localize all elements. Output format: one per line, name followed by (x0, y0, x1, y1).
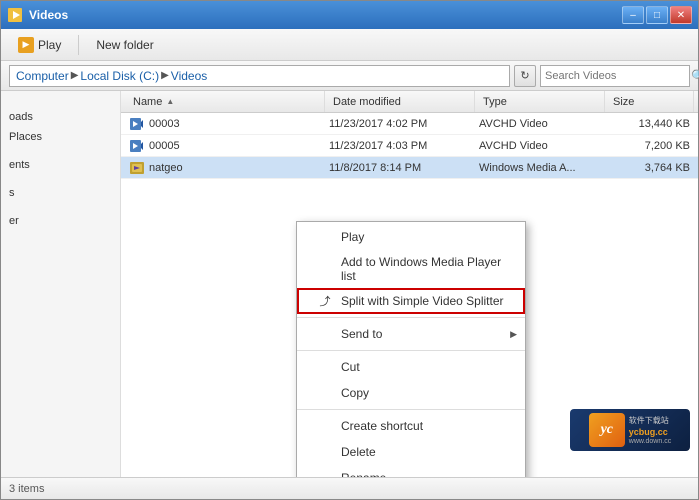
send-to-icon (317, 326, 333, 342)
context-menu-play[interactable]: Play (297, 224, 525, 250)
sidebar: oads Places ents s er (1, 91, 121, 477)
rename-icon (317, 470, 333, 477)
file-name-cell: 00005 (121, 135, 321, 156)
sidebar-item-4[interactable] (1, 203, 120, 211)
shortcut-icon (317, 418, 333, 434)
table-row[interactable]: natgeo 11/8/2017 8:14 PM Windows Media A… (121, 157, 698, 179)
copy-icon (317, 385, 333, 401)
watermark-site: ycbug.cc (629, 427, 671, 437)
refresh-button[interactable]: ↻ (514, 65, 536, 87)
context-menu-send-to[interactable]: Send to (297, 321, 525, 347)
watermark-logo: yc (589, 413, 625, 447)
play-menu-icon (317, 229, 333, 245)
table-row[interactable]: 00003 11/23/2017 4:02 PM AVCHD Video 13,… (121, 113, 698, 135)
maximize-button[interactable]: □ (646, 6, 668, 24)
media-icon (129, 160, 145, 176)
context-menu-create-shortcut[interactable]: Create shortcut (297, 413, 525, 439)
column-header-size[interactable]: Size (605, 91, 694, 112)
cut-icon (317, 359, 333, 375)
watermark-tagline: 软件下载站 (629, 415, 671, 426)
file-name-cell: natgeo (121, 157, 321, 178)
sidebar-item-s[interactable]: s (1, 183, 120, 203)
title-bar-buttons: – □ ✕ (622, 6, 692, 24)
play-icon: ▶ (18, 37, 34, 53)
status-text: 3 items (9, 483, 44, 495)
context-menu-separator-3 (297, 409, 525, 410)
toolbar: ▶ Play New folder (1, 29, 698, 61)
context-menu-split-svs[interactable]: ⤴ Split with Simple Video Splitter (297, 288, 525, 314)
sidebar-item-places[interactable]: Places (1, 127, 120, 147)
sidebar-item-1[interactable] (1, 99, 120, 107)
watermark-container: yc 软件下载站 ycbug.cc www.down.cc (570, 409, 690, 451)
sidebar-item-er[interactable]: er (1, 211, 120, 231)
breadcrumb[interactable]: Computer ▶ Local Disk (C:) ▶ Videos (9, 65, 510, 87)
title-bar: Videos – □ ✕ (1, 1, 698, 29)
title-bar-left: Videos (7, 7, 68, 23)
toolbar-separator (78, 35, 79, 55)
watermark-text: 软件下载站 ycbug.cc www.down.cc (629, 415, 671, 445)
context-menu-separator-2 (297, 350, 525, 351)
context-menu: Play Add to Windows Media Player list ⤴ … (296, 221, 526, 477)
file-name-cell: 00003 (121, 113, 321, 134)
column-header-name[interactable]: Name ▲ (125, 91, 325, 112)
search-icon[interactable]: 🔍 (691, 69, 699, 83)
address-bar: Computer ▶ Local Disk (C:) ▶ Videos ↻ 🔍 (1, 61, 698, 91)
breadcrumb-videos[interactable]: Videos (171, 69, 207, 83)
context-menu-delete[interactable]: Delete (297, 439, 525, 465)
column-header-type[interactable]: Type (475, 91, 605, 112)
minimize-button[interactable]: – (622, 6, 644, 24)
new-folder-button[interactable]: New folder (87, 34, 162, 56)
file-area: Name ▲ Date modified Type Size (121, 91, 698, 477)
breadcrumb-computer[interactable]: Computer (16, 69, 69, 83)
context-menu-copy[interactable]: Copy (297, 380, 525, 406)
video-icon (129, 138, 145, 154)
search-input[interactable] (545, 70, 687, 82)
column-header-date[interactable]: Date modified (325, 91, 475, 112)
watermark-url: www.down.cc (629, 438, 671, 445)
context-menu-rename[interactable]: Rename (297, 465, 525, 477)
play-button[interactable]: ▶ Play (9, 33, 70, 57)
sidebar-item-downloads[interactable]: oads (1, 107, 120, 127)
table-row[interactable]: 00005 11/23/2017 4:03 PM AVCHD Video 7,2… (121, 135, 698, 157)
close-button[interactable]: ✕ (670, 6, 692, 24)
video-icon (129, 116, 145, 132)
window-icon (7, 7, 23, 23)
sort-arrow-name: ▲ (166, 97, 174, 106)
explorer-window: Videos – □ ✕ ▶ Play New folder Computer … (0, 0, 699, 500)
sidebar-item-3[interactable] (1, 175, 120, 183)
split-icon: ⤴ (317, 293, 333, 309)
context-menu-add-wmp[interactable]: Add to Windows Media Player list (297, 250, 525, 288)
search-bar: 🔍 (540, 65, 690, 87)
breadcrumb-localdisk[interactable]: Local Disk (C:) (80, 69, 159, 83)
main-content: oads Places ents s er Name ▲ Date modifi… (1, 91, 698, 477)
context-menu-cut[interactable]: Cut (297, 354, 525, 380)
delete-icon (317, 444, 333, 460)
context-menu-separator-1 (297, 317, 525, 318)
sidebar-item-2[interactable] (1, 147, 120, 155)
watermark: yc 软件下载站 ycbug.cc www.down.cc (570, 409, 690, 451)
status-bar: 3 items (1, 477, 698, 499)
wmp-icon (317, 261, 333, 277)
sidebar-item-documents[interactable]: ents (1, 155, 120, 175)
file-list-header: Name ▲ Date modified Type Size (121, 91, 698, 113)
window-title: Videos (29, 8, 68, 22)
